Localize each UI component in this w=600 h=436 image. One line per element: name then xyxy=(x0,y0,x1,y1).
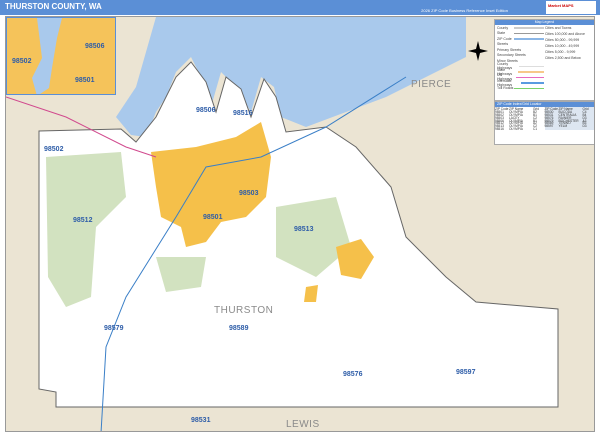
logo: Market MAPS xyxy=(546,1,596,14)
map-subtitle: 2026 ZIP Code Business Reference Inset E… xyxy=(421,8,508,13)
zip-label: 98597 xyxy=(456,369,476,376)
zip-index-table: ZIP Code Index/Grid Locator ZIP Code ZIP … xyxy=(494,101,595,145)
inset-zip-label: 98506 xyxy=(85,43,105,50)
zip-label: 98503 xyxy=(239,190,259,197)
legend-item: Toll Roads xyxy=(495,86,594,92)
zip-table-cell: 98516 xyxy=(495,127,504,132)
county-label-thurston: THURSTON xyxy=(214,305,273,316)
zip-label: 98579 xyxy=(104,325,124,332)
inset-map-olympia: 98506 98502 98501 xyxy=(6,17,116,95)
header-bar: THURSTON COUNTY, WA 2026 ZIP Code Busine… xyxy=(0,0,600,15)
zip-table-cell: OLYMPIA xyxy=(509,127,523,132)
zip-table-cell: YELM xyxy=(558,124,568,129)
zip-table-row: 98597 YELM D3 xyxy=(544,124,595,129)
zip-table-cell: C1 xyxy=(533,127,538,132)
county-label-lewis: LEWIS xyxy=(286,419,320,430)
inset-zip-label: 98502 xyxy=(12,58,32,65)
zip-label: 98502 xyxy=(44,146,64,153)
zip-label: 98512 xyxy=(73,217,93,224)
inset-zip-label: 98501 xyxy=(75,77,95,84)
zip-table-row: 98516 OLYMPIA C1 xyxy=(495,127,545,132)
compass-rose-icon xyxy=(468,41,488,61)
zip-label: 98576 xyxy=(343,371,363,378)
map-legend: Map Legend County State ZIP Code Streets… xyxy=(494,19,594,101)
zip-label: 98589 xyxy=(229,325,249,332)
zip-label: 98501 xyxy=(203,214,223,221)
map-title: THURSTON COUNTY, WA xyxy=(5,2,102,11)
county-label-pierce: PIERCE xyxy=(411,79,451,90)
zip-label: 98513 xyxy=(294,226,314,233)
zip-table-cell: D3 xyxy=(582,124,587,129)
zip-label: 98516 xyxy=(233,110,253,117)
zip-label: 98531 xyxy=(191,417,211,424)
map-canvas[interactable]: PIERCE THURSTON LEWIS 98502 98512 98501 … xyxy=(5,16,595,432)
zip-table-cell: 98597 xyxy=(544,124,554,129)
zip-label: 98506 xyxy=(196,107,216,114)
legend-cities: Cities and Towns Cities 100,000 and Abov… xyxy=(545,26,585,60)
